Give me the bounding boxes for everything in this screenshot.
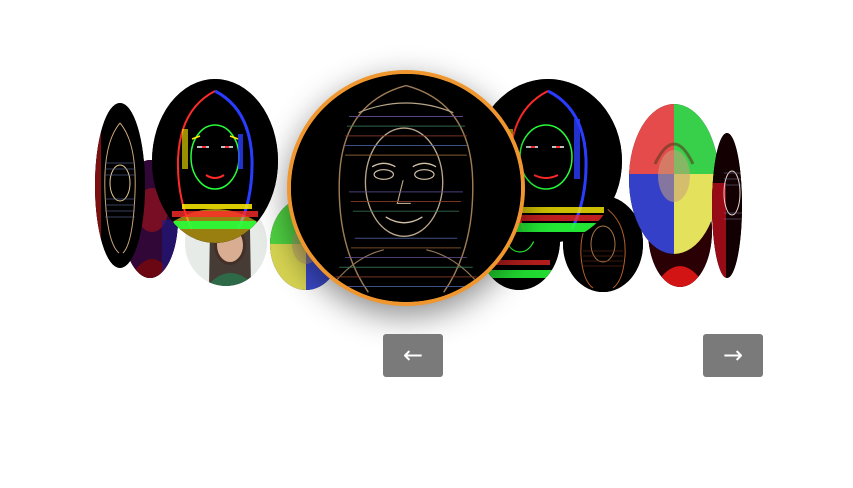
edge-face-image [95,103,145,268]
edge-color-face-image [152,79,278,243]
quad-tint-face-image [629,104,719,254]
slide-far-left-edge[interactable] [95,103,145,268]
prev-button[interactable]: ← [383,334,443,377]
photo-carousel [0,0,853,330]
slide-center-active[interactable] [287,70,525,306]
carousel-stage: ← → [0,0,853,488]
slide-right-quad[interactable] [629,104,719,254]
slide-left-edge-color[interactable] [152,79,278,243]
next-button[interactable]: → [703,334,763,377]
edge-glitch-face-image [291,74,521,302]
slide-far-right-edge[interactable] [712,133,742,278]
edge-face-image [712,133,742,278]
